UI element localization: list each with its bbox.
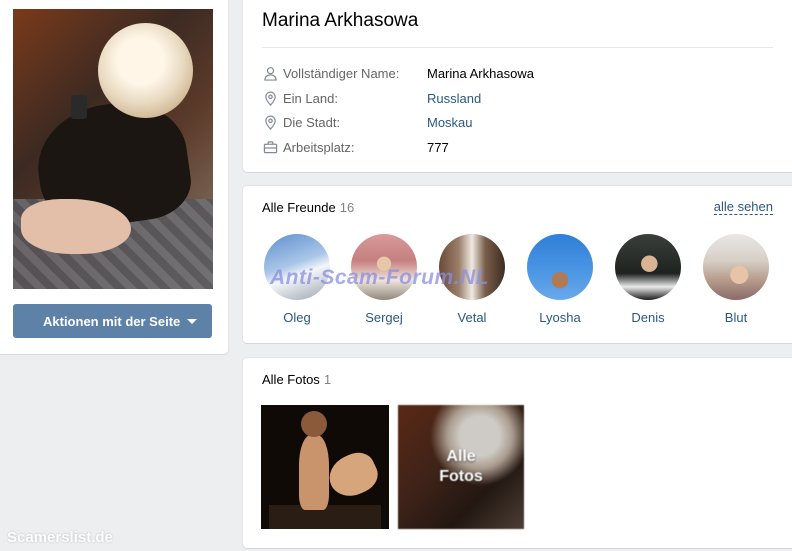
friend-item[interactable]: Blut (700, 234, 772, 325)
photo-camera (71, 95, 87, 119)
location-pin-icon (262, 114, 278, 130)
friend-avatar[interactable] (703, 234, 769, 300)
photo-shape (301, 411, 327, 437)
friend-avatar[interactable] (264, 234, 330, 300)
friend-item[interactable]: Oleg (261, 234, 333, 325)
friend-avatar[interactable] (439, 234, 505, 300)
friend-name[interactable]: Sergej (348, 310, 420, 325)
profile-photo[interactable] (13, 9, 213, 289)
photo-shape (299, 435, 329, 510)
info-value: Marina Arkhasowa (427, 65, 534, 81)
photo-thumbnail[interactable] (261, 405, 389, 529)
photos-header[interactable]: Alle Fotos 1 (262, 372, 331, 387)
friends-count: 16 (339, 200, 355, 215)
info-value: 777 (427, 139, 449, 155)
briefcase-icon (262, 139, 278, 155)
city-link[interactable]: Moskau (427, 115, 473, 130)
photo-figure-head (98, 23, 193, 118)
chevron-down-icon (187, 319, 197, 324)
friend-name[interactable]: Vetal (436, 310, 508, 325)
friend-item[interactable]: Vetal (436, 234, 508, 325)
photos-count: 1 (323, 372, 332, 387)
info-label: Vollständiger Name: (283, 65, 400, 81)
friend-item[interactable]: Lyosha (524, 234, 596, 325)
friend-name[interactable]: Lyosha (524, 310, 596, 325)
friend-avatar[interactable] (527, 234, 593, 300)
profile-photo-card: Aktionen mit der Seite (0, 0, 228, 354)
page-actions-button[interactable]: Aktionen mit der Seite (13, 304, 212, 338)
photos-card: Alle Fotos 1 Alle Fotos (243, 358, 792, 548)
friend-name[interactable]: Oleg (261, 310, 333, 325)
friend-avatar[interactable] (615, 234, 681, 300)
profile-name: Marina Arkhasowa (262, 10, 419, 31)
page-actions-label: Aktionen mit der Seite (43, 313, 181, 329)
friend-avatar[interactable] (351, 234, 417, 300)
info-label: Die Stadt: (283, 114, 341, 130)
info-label: Arbeitsplatz: (283, 139, 355, 155)
friends-header[interactable]: Alle Freunde 16 (262, 200, 354, 215)
info-label: Ein Land: (283, 90, 338, 106)
all-photos-label: Alle Fotos (439, 448, 483, 485)
see-all-friends-link[interactable]: alle sehen (713, 200, 773, 215)
country-link[interactable]: Russland (427, 91, 481, 106)
friends-card: Alle Freunde 16 alle sehen Oleg Sergej Ve… (243, 186, 792, 343)
photos-title: Alle Fotos (262, 372, 320, 387)
friend-item[interactable]: Denis (612, 234, 684, 325)
friend-item[interactable]: Sergej (348, 234, 420, 325)
divider (262, 47, 773, 48)
photo-shape (322, 446, 384, 504)
friends-title: Alle Freunde (262, 200, 336, 215)
all-photos-tile[interactable]: Alle Fotos (398, 405, 524, 529)
info-row-workplace: Arbeitsplatz: 777 (262, 137, 449, 157)
profile-info-card: Marina Arkhasowa Vollständiger Name: Mar… (243, 0, 792, 172)
person-icon (262, 65, 278, 81)
friend-name[interactable]: Blut (700, 310, 772, 325)
friend-name[interactable]: Denis (612, 310, 684, 325)
all-photos-overlay: Alle Fotos (398, 405, 524, 529)
location-pin-icon (262, 90, 278, 106)
info-row-country: Ein Land: Russland (262, 88, 481, 108)
site-watermark: Scamerslist.de (7, 529, 113, 546)
info-row-city: Die Stadt: Moskau (262, 112, 473, 132)
info-row-full-name: Vollständiger Name: Marina Arkhasowa (262, 63, 534, 83)
